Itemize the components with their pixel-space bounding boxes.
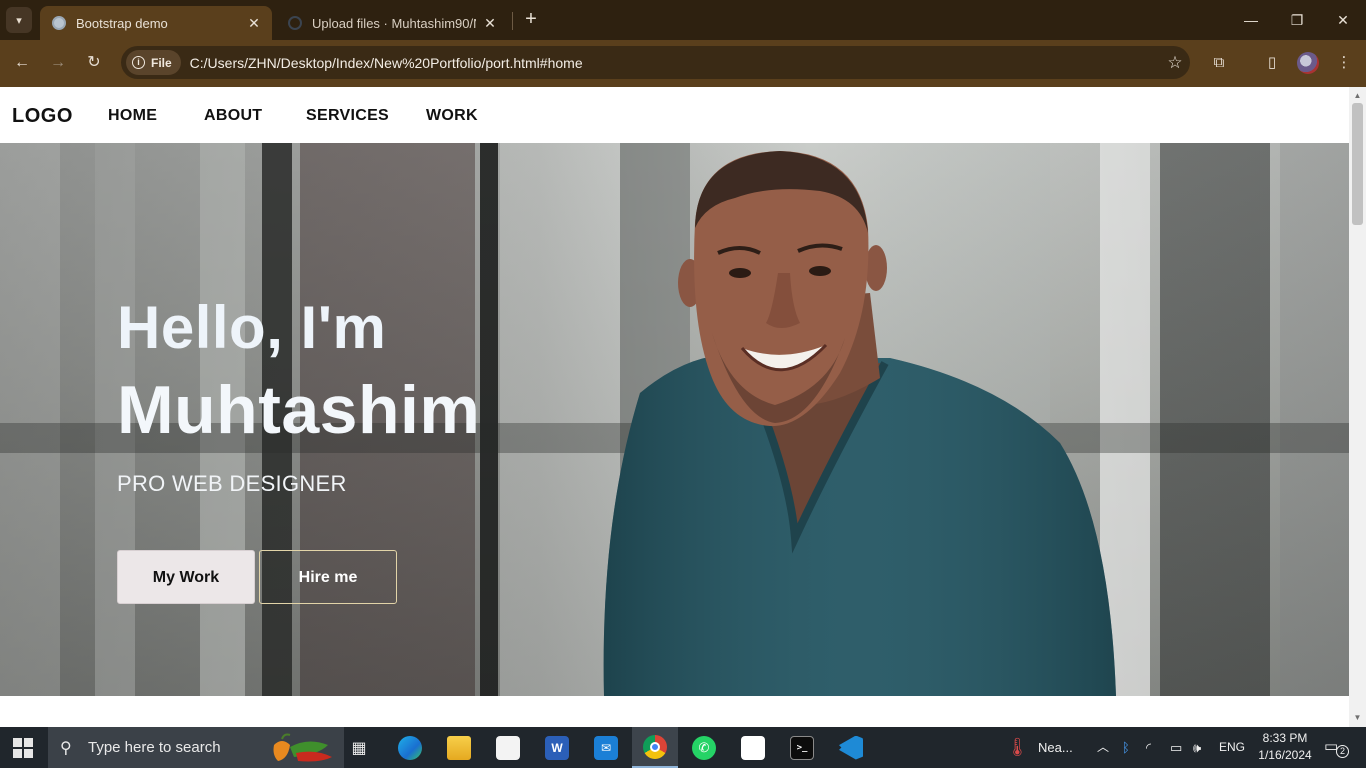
url-text[interactable]: C:/Users/ZHN/Desktop/Index/New%20Portfol…	[190, 55, 1160, 71]
scroll-up-arrow-icon[interactable]: ▲	[1349, 89, 1366, 103]
taskbar-slack[interactable]	[730, 727, 776, 768]
windows-start-icon[interactable]	[13, 738, 33, 758]
volume-icon[interactable]: 🕪	[1193, 727, 1201, 768]
back-button[interactable]: ←	[8, 50, 36, 76]
taskbar-file-explorer[interactable]	[436, 727, 482, 768]
notification-count-badge: 2	[1336, 745, 1349, 758]
taskbar-vscode[interactable]	[828, 727, 874, 768]
store-icon	[496, 735, 520, 760]
task-view-button[interactable]: ▦	[336, 727, 382, 768]
nav-link-services[interactable]: SERVICES	[306, 107, 389, 125]
edge-icon	[398, 735, 422, 760]
close-tab-icon[interactable]: ✕	[482, 15, 498, 32]
taskbar-mail[interactable]: ✉	[583, 727, 629, 768]
taskbar-whatsapp[interactable]: ✆	[681, 727, 727, 768]
site-info-label: File	[151, 55, 172, 70]
site-navbar: LOGO HOME ABOUT SERVICES WORK	[0, 87, 1349, 143]
close-window-button[interactable]: ✕	[1320, 8, 1366, 32]
globe-icon	[52, 16, 66, 30]
bookmark-star-icon[interactable]: ☆	[1160, 53, 1190, 73]
taskbar-clock[interactable]: 8:33 PM 1/16/2024	[1256, 730, 1314, 764]
hire-me-button[interactable]: Hire me	[259, 550, 397, 604]
nav-link-about[interactable]: ABOUT	[204, 107, 262, 125]
new-tab-button[interactable]: +	[520, 8, 542, 32]
hero-tagline: PRO WEB DESIGNER	[117, 471, 347, 496]
web-page: LOGO HOME ABOUT SERVICES WORK Hello, I'm…	[0, 87, 1349, 727]
tab-divider	[512, 12, 513, 30]
tab-bootstrap-demo[interactable]: Bootstrap demo ✕	[40, 6, 272, 40]
search-placeholder: Type here to search	[88, 739, 221, 756]
taskbar-word[interactable]: W	[534, 727, 580, 768]
tab-search-button[interactable]: ▾	[6, 7, 32, 33]
word-icon: W	[545, 735, 569, 760]
taskbar-terminal[interactable]: >_	[779, 727, 825, 768]
windows-taskbar: ⚲ Type here to search ▦ W ✉ ✆ >_ 🌡 Nea..…	[0, 727, 1366, 768]
address-bar[interactable]: i File C:/Users/ZHN/Desktop/Index/New%20…	[121, 46, 1190, 79]
hero-name: Muhtashim	[117, 372, 481, 448]
profile-avatar[interactable]	[1297, 52, 1319, 74]
kebab-menu-icon[interactable]: ⋮	[1332, 52, 1356, 74]
chevron-up-icon[interactable]: ︿	[1097, 727, 1109, 768]
tab-title: Bootstrap demo	[76, 15, 168, 31]
site-logo[interactable]: LOGO	[12, 105, 73, 128]
info-icon: i	[132, 56, 145, 69]
browser-toolbar: ← → ↻ i File C:/Users/ZHN/Desktop/Index/…	[0, 40, 1366, 87]
taskbar-edge[interactable]	[387, 727, 433, 768]
battery-icon[interactable]: ▭	[1170, 727, 1182, 768]
task-view-icon: ▦	[351, 739, 367, 757]
hero-greeting: Hello, I'm	[117, 294, 387, 361]
chrome-icon	[643, 734, 667, 759]
forward-button[interactable]: →	[44, 50, 72, 76]
hero-section: Hello, I'm Muhtashim PRO WEB DESIGNER My…	[0, 143, 1349, 696]
close-tab-icon[interactable]: ✕	[246, 15, 262, 32]
search-icon: ⚲	[60, 739, 72, 757]
restore-button[interactable]: ❐	[1274, 8, 1320, 32]
tab-title: Upload files · Muhtashim90/Ne	[312, 15, 476, 31]
whatsapp-icon: ✆	[692, 735, 716, 760]
clock-date: 1/16/2024	[1258, 748, 1312, 762]
page-scrollbar[interactable]: ▲ ▼	[1349, 87, 1366, 727]
thermometer-icon[interactable]: 🌡	[1006, 727, 1029, 768]
github-icon	[288, 16, 302, 30]
tab-upload-files[interactable]: Upload files · Muhtashim90/Ne ✕	[276, 6, 508, 40]
slack-icon	[741, 735, 765, 760]
terminal-icon: >_	[790, 735, 814, 760]
taskbar-search-box[interactable]: ⚲ Type here to search	[48, 727, 344, 768]
folder-icon	[447, 735, 471, 760]
chili-pepper-icon	[273, 733, 332, 762]
side-panel-icon[interactable]: ▯	[1260, 52, 1284, 74]
bluetooth-icon[interactable]: ᛒ	[1122, 727, 1130, 768]
nav-link-home[interactable]: HOME	[108, 107, 157, 125]
wifi-icon[interactable]: ◜	[1146, 727, 1151, 768]
scrollbar-thumb[interactable]	[1352, 103, 1363, 225]
site-info-chip[interactable]: i File	[126, 50, 181, 75]
extensions-icon[interactable]: ⧉	[1207, 52, 1231, 74]
minimize-button[interactable]: —	[1228, 8, 1274, 32]
nav-link-work[interactable]: WORK	[426, 107, 478, 125]
weather-text[interactable]: Nea...	[1038, 727, 1073, 768]
notification-center-icon[interactable]: ▭ 2	[1324, 737, 1349, 758]
vscode-icon	[839, 735, 863, 760]
reload-button[interactable]: ↻	[80, 50, 108, 76]
taskbar-microsoft-store[interactable]	[485, 727, 531, 768]
browser-tab-strip: ▾ Bootstrap demo ✕ Upload files · Muhtas…	[0, 0, 1366, 40]
taskbar-chrome[interactable]	[632, 727, 678, 768]
mail-icon: ✉	[594, 735, 618, 760]
my-work-button[interactable]: My Work	[117, 550, 255, 604]
language-indicator[interactable]: ENG	[1219, 727, 1245, 768]
scroll-down-arrow-icon[interactable]: ▼	[1349, 711, 1366, 725]
clock-time: 8:33 PM	[1262, 731, 1308, 745]
